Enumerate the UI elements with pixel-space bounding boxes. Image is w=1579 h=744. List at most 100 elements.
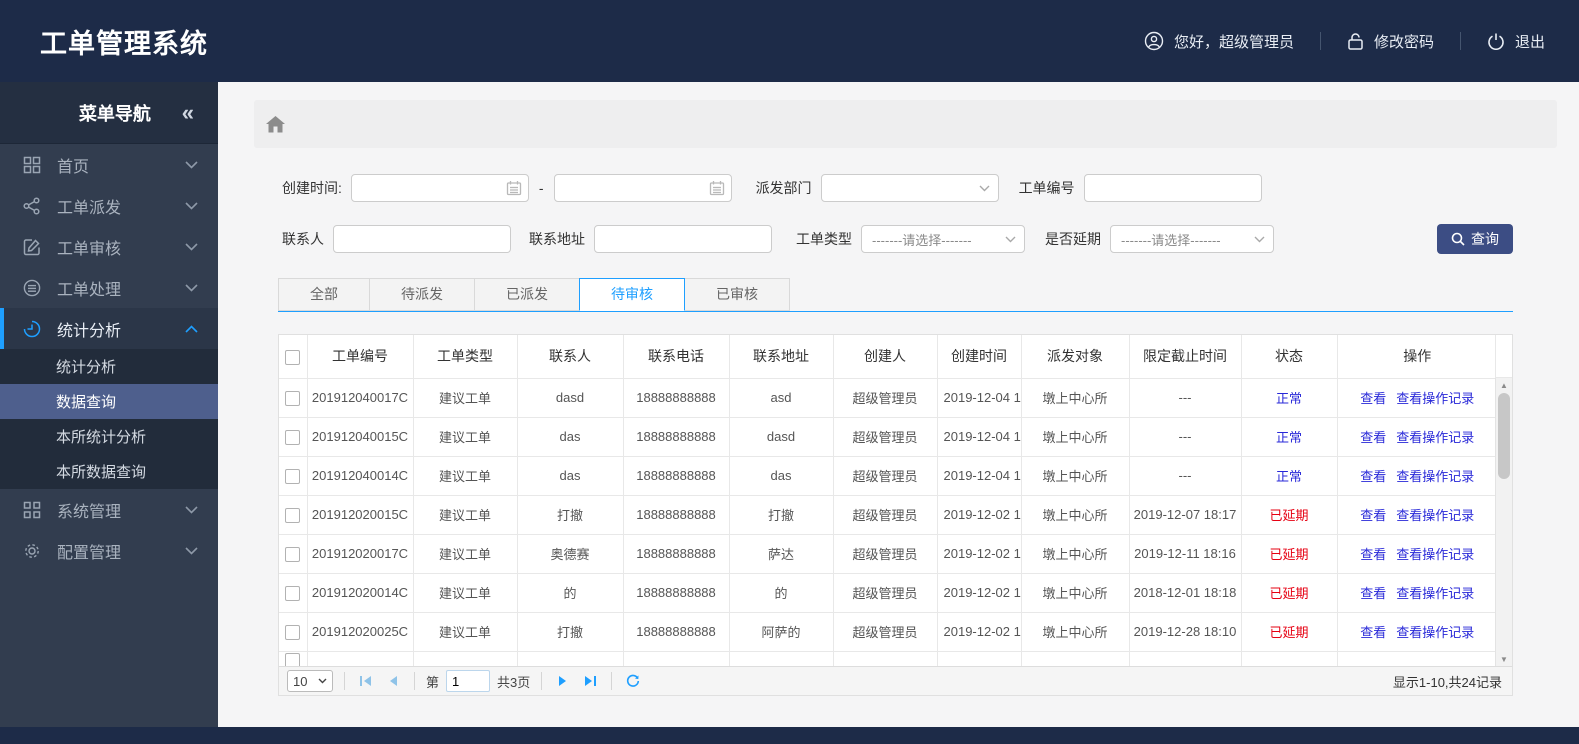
cell-phone: 18888888888 xyxy=(622,533,730,574)
sidebar-item-label: 系统管理 xyxy=(57,503,122,521)
submenu-item-statistics[interactable]: 统计分析 xyxy=(0,349,218,384)
share-icon xyxy=(22,196,42,216)
view-link[interactable]: 查看 xyxy=(1360,508,1386,523)
scroll-up-arrow-icon[interactable]: ▲ xyxy=(1496,378,1512,392)
sidebar-item-dispatch[interactable]: 工单派发 xyxy=(0,185,218,226)
order-type-select[interactable]: -------请选择------- xyxy=(861,225,1025,253)
scrollbar-thumb[interactable] xyxy=(1498,393,1510,479)
tab-dispatched[interactable]: 已派发 xyxy=(474,278,580,311)
cell-status: 正常 xyxy=(1240,416,1338,457)
change-password-button[interactable]: 修改密码 xyxy=(1347,31,1434,52)
submenu-item-data-query[interactable]: 数据查询 xyxy=(0,384,218,419)
stack-icon xyxy=(22,278,42,298)
next-page-button[interactable] xyxy=(553,671,573,691)
view-log-link[interactable]: 查看操作记录 xyxy=(1396,625,1474,640)
prev-page-button[interactable] xyxy=(383,671,403,691)
row-checkbox[interactable] xyxy=(285,585,301,601)
first-page-button[interactable] xyxy=(356,671,376,691)
cell-contact: das xyxy=(516,416,624,457)
sidebar-item-process[interactable]: 工单处理 xyxy=(0,267,218,308)
cell-order-type: 建议工单 xyxy=(412,533,518,574)
page-size-select[interactable]: 10 xyxy=(287,670,333,692)
view-log-link[interactable]: 查看操作记录 xyxy=(1396,586,1474,601)
sidebar-item-home[interactable]: 首页 xyxy=(0,144,218,185)
chevron-down-icon xyxy=(1005,236,1016,243)
row-checkbox[interactable] xyxy=(285,624,301,640)
calendar-icon[interactable] xyxy=(506,180,522,196)
table-row: 201912020015C 建议工单 打撤 18888888888 打撤 超级管… xyxy=(279,494,1495,535)
cell-actions: 查看 查看操作记录 xyxy=(1336,377,1495,418)
user-greeting[interactable]: 您好，超级管理员 xyxy=(1144,31,1294,52)
divider xyxy=(344,672,345,690)
order-no-field[interactable] xyxy=(1083,174,1262,202)
status-badge: 已延期 xyxy=(1269,586,1309,601)
contact-input[interactable] xyxy=(342,231,504,247)
address-field[interactable] xyxy=(594,225,772,253)
view-link[interactable]: 查看 xyxy=(1360,430,1386,445)
create-time-end-field[interactable] xyxy=(553,174,732,202)
sidebar-item-label: 工单派发 xyxy=(57,199,122,217)
last-page-button[interactable] xyxy=(580,671,600,691)
tab-pending-dispatch[interactable]: 待派发 xyxy=(369,278,475,311)
view-log-link[interactable]: 查看操作记录 xyxy=(1396,508,1474,523)
search-button[interactable]: 查询 xyxy=(1437,224,1513,254)
contact-field[interactable] xyxy=(333,225,511,253)
table-scroll-area: 工单编号 工单类型 联系人 联系电话 联系地址 创建人 创建时间 派发对象 限定… xyxy=(279,335,1495,666)
view-link[interactable]: 查看 xyxy=(1360,469,1386,484)
scroll-down-arrow-icon[interactable]: ▼ xyxy=(1496,652,1512,666)
row-checkbox[interactable] xyxy=(285,390,301,406)
sidebar-title: 菜单导航 « xyxy=(0,82,218,144)
cell-status: 正常 xyxy=(1240,455,1338,496)
logout-button[interactable]: 退出 xyxy=(1487,31,1545,52)
main-content: 创建时间: - 派发部门 工单编号 联系人 联系地址 工单类型 -------请… xyxy=(218,82,1579,727)
row-checkbox[interactable] xyxy=(285,507,301,523)
row-checkbox[interactable] xyxy=(285,546,301,562)
record-summary: 显示1-10,共24记录 xyxy=(1392,674,1502,690)
view-link[interactable]: 查看 xyxy=(1360,586,1386,601)
cell-order-no: 201912020017C xyxy=(306,533,414,574)
create-time-start-input[interactable] xyxy=(359,180,506,196)
view-link[interactable]: 查看 xyxy=(1360,391,1386,406)
cell-order-no: 201912040015C xyxy=(306,416,414,457)
view-link[interactable]: 查看 xyxy=(1360,547,1386,562)
select-all-checkbox[interactable] xyxy=(285,349,301,365)
table-row: 201912020017C 建议工单 奥德赛 18888888888 萨达 超级… xyxy=(279,533,1495,574)
page-number-input[interactable] xyxy=(446,670,491,692)
cell-contact: das xyxy=(516,455,624,496)
sidebar-item-system[interactable]: 系统管理 xyxy=(0,489,218,530)
view-link[interactable]: 查看 xyxy=(1360,625,1386,640)
submenu-item-local-data-query[interactable]: 本所数据查询 xyxy=(0,454,218,489)
address-input[interactable] xyxy=(603,231,765,247)
refresh-button[interactable] xyxy=(623,671,643,691)
order-no-input[interactable] xyxy=(1092,180,1255,196)
delayed-select[interactable]: -------请选择------- xyxy=(1110,225,1274,253)
dispatch-dept-select[interactable] xyxy=(820,174,999,202)
scrollbar-track[interactable]: ▲ ▼ xyxy=(1495,378,1512,666)
home-icon[interactable] xyxy=(266,115,285,133)
cell-address: asd xyxy=(728,377,834,418)
row-checkbox[interactable] xyxy=(285,468,301,484)
collapse-sidebar-icon[interactable]: « xyxy=(182,100,194,126)
view-log-link[interactable]: 查看操作记录 xyxy=(1396,469,1474,484)
view-log-link[interactable]: 查看操作记录 xyxy=(1396,430,1474,445)
row-checkbox-cell xyxy=(279,494,308,535)
row-checkbox[interactable] xyxy=(285,652,301,666)
sidebar-item-config[interactable]: 配置管理 xyxy=(0,530,218,571)
tab-all[interactable]: 全部 xyxy=(278,278,370,311)
sidebar-item-statistics[interactable]: 统计分析 xyxy=(0,308,218,349)
cell-address: 阿萨的 xyxy=(728,611,834,652)
calendar-icon[interactable] xyxy=(709,180,725,196)
sidebar-item-review[interactable]: 工单审核 xyxy=(0,226,218,267)
create-time-end-input[interactable] xyxy=(562,180,709,196)
pagination-bar: 10 第 共3页 xyxy=(279,666,1512,695)
tab-pending-review[interactable]: 待审核 xyxy=(579,278,685,311)
order-type-value: -------请选择------- xyxy=(872,232,972,248)
row-checkbox[interactable] xyxy=(285,429,301,445)
table-row: 201912040014C 建议工单 das 18888888888 das 超… xyxy=(279,455,1495,496)
view-log-link[interactable]: 查看操作记录 xyxy=(1396,547,1474,562)
submenu-item-local-statistics[interactable]: 本所统计分析 xyxy=(0,419,218,454)
create-time-start-field[interactable] xyxy=(350,174,529,202)
view-log-link[interactable]: 查看操作记录 xyxy=(1396,391,1474,406)
cell-creator: 超级管理员 xyxy=(832,533,938,574)
tab-reviewed[interactable]: 已审核 xyxy=(684,278,790,311)
